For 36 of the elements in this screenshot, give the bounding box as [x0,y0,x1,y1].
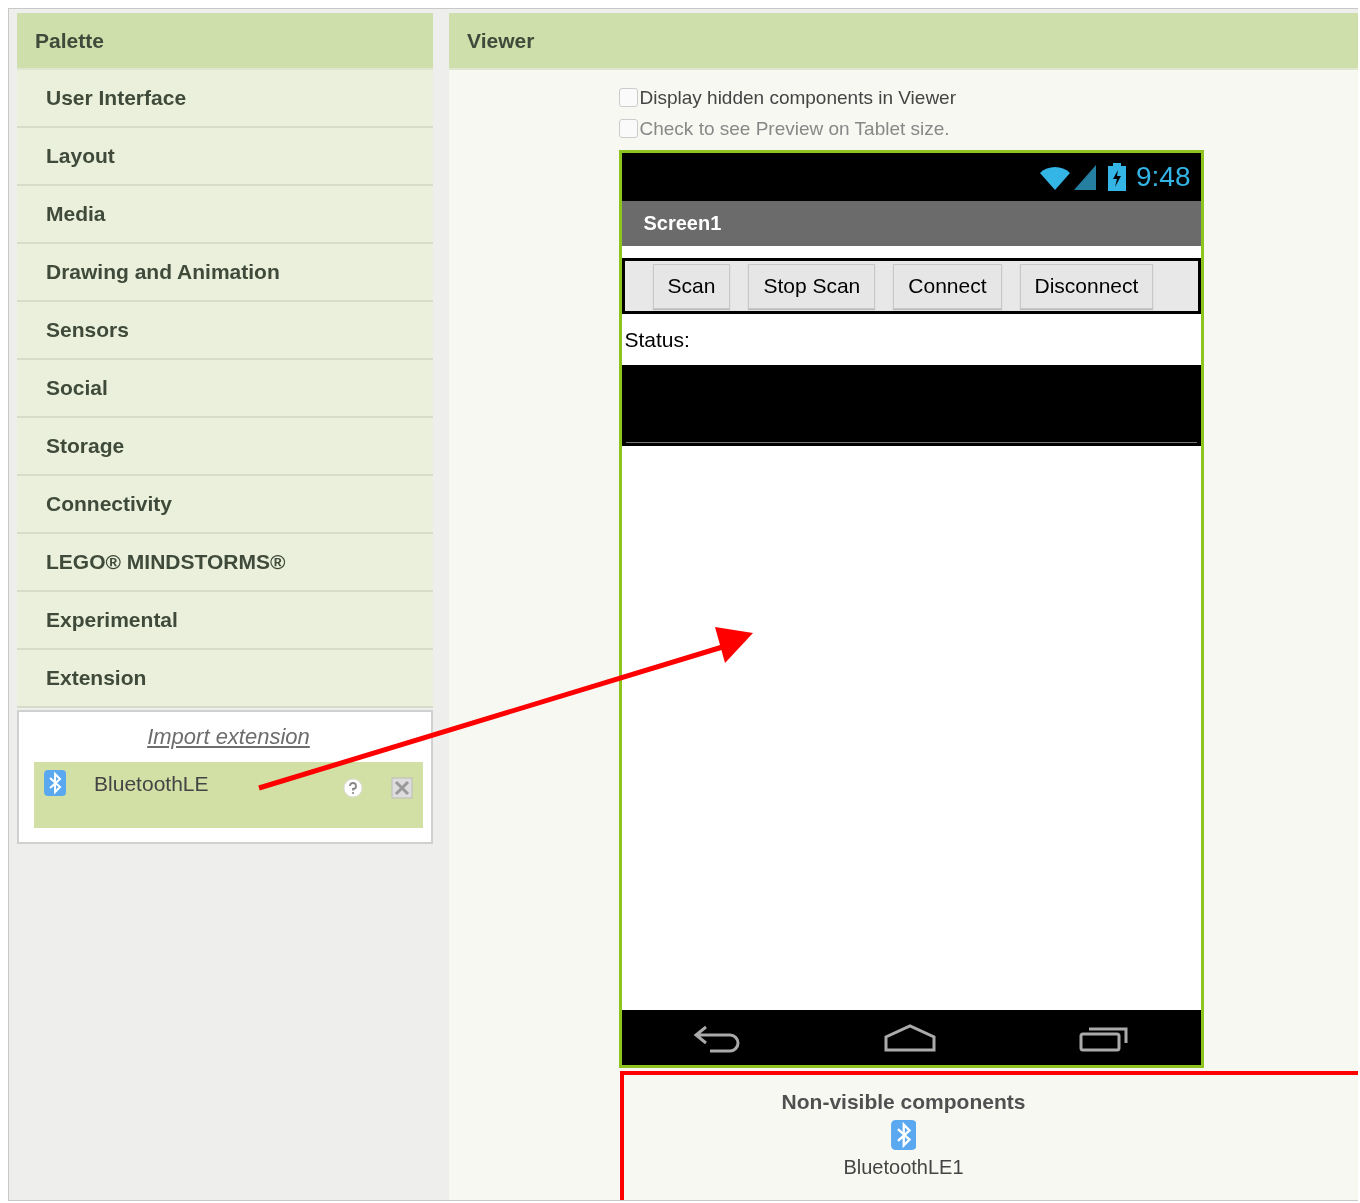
palette-category[interactable]: Sensors [17,302,433,360]
help-icon[interactable] [343,778,363,798]
palette-category[interactable]: Connectivity [17,476,433,534]
wifi-signal-icon [1040,163,1098,191]
clock-time: 9:48 [1136,161,1191,193]
home-icon[interactable] [883,1022,937,1053]
checkbox-label: Check to see Preview on Tablet size. [639,117,950,140]
extension-name: BluetoothLE [94,771,210,796]
palette-category[interactable]: Storage [17,418,433,476]
bluetooth-icon [890,1120,917,1150]
palette-category[interactable]: Layout [17,128,433,186]
app-button[interactable]: Connect [893,263,1002,309]
import-extension-link[interactable]: Import extension [147,724,310,750]
app-button[interactable]: Scan [652,263,731,309]
palette-category[interactable]: Media [17,186,433,244]
palette-category[interactable]: Drawing and Animation [17,244,433,302]
screen-title: Screen1 [643,212,722,235]
checkbox[interactable] [618,119,638,138]
close-icon[interactable] [391,777,413,799]
palette-category[interactable]: User Interface [17,70,433,128]
palette-category[interactable]: LEGO® MINDSTORMS® [17,534,433,592]
palette-header: Palette [17,13,433,70]
battery-icon [1108,163,1126,191]
status-label: Status: [623,326,691,353]
checkbox[interactable] [618,88,638,107]
checkbox-label: Display hidden components in Viewer [639,86,956,109]
bluetooth-icon [44,770,67,796]
palette-category[interactable]: Extension [17,650,433,708]
viewer-header: Viewer [449,13,1358,70]
app-button[interactable]: Disconnect [1019,263,1154,309]
palette-category[interactable]: Experimental [17,592,433,650]
non-visible-title: Non-visible components [781,1090,1026,1114]
component-name: BluetoothLE1 [843,1156,964,1179]
palette-category[interactable]: Social [17,360,433,418]
app-button[interactable]: Stop Scan [748,263,876,309]
extension-item[interactable]: BluetoothLE [34,762,423,828]
